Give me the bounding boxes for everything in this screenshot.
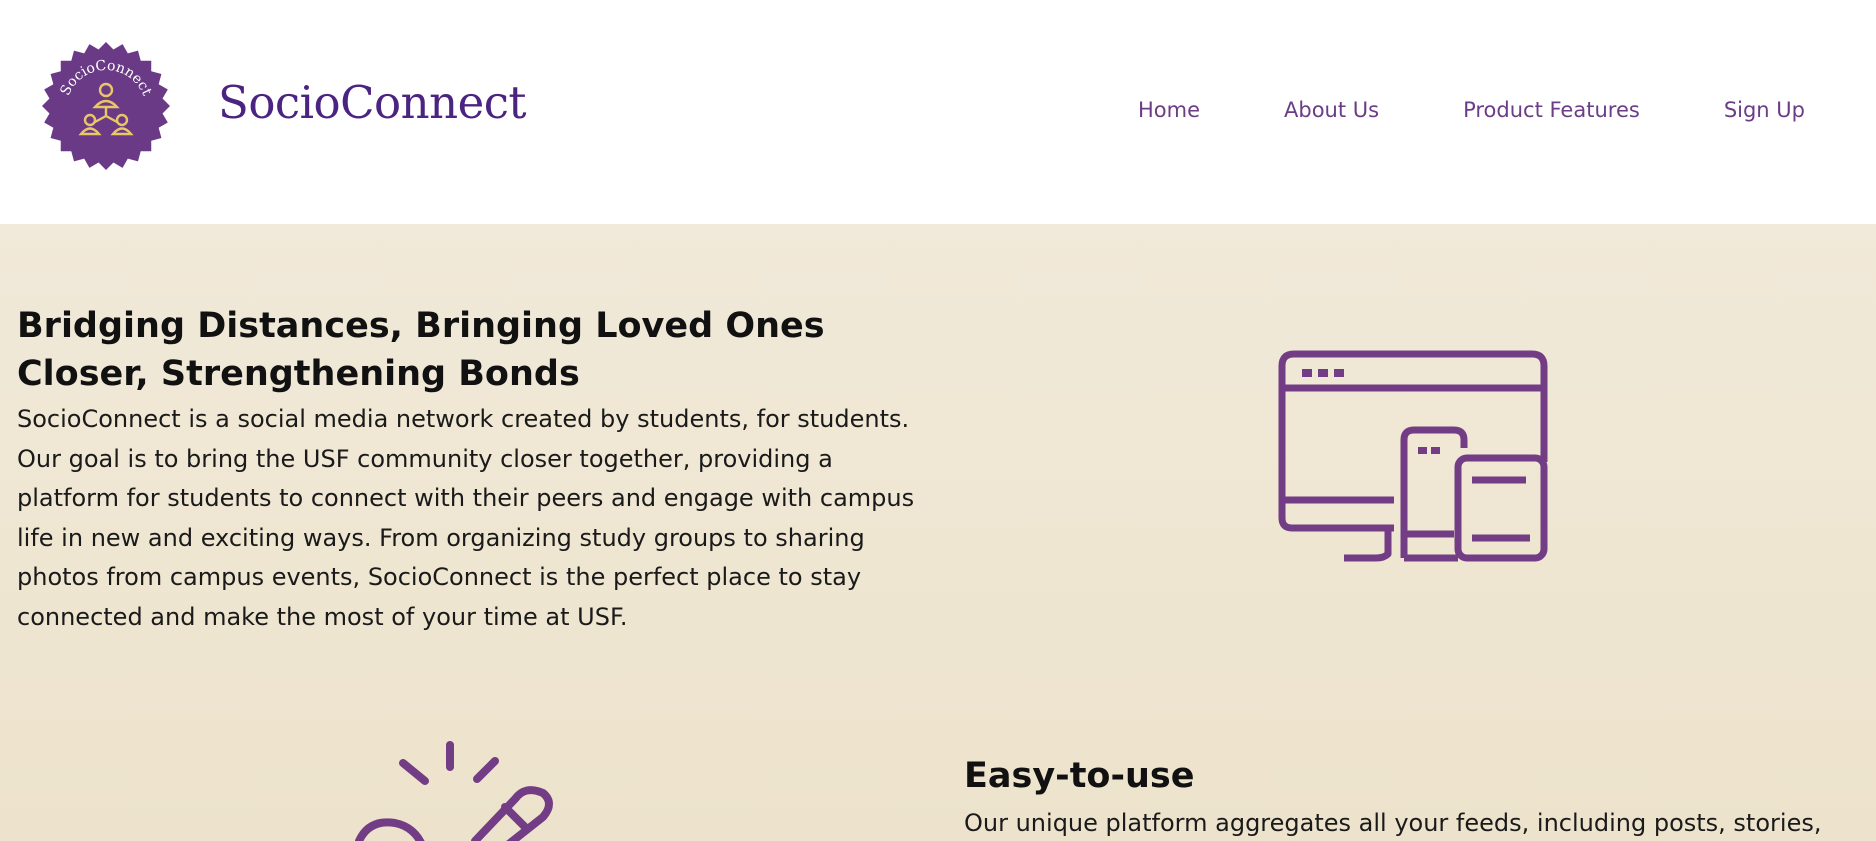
brand-name[interactable]: SocioConnect <box>218 80 527 125</box>
nav-link-home[interactable]: Home <box>1138 98 1200 122</box>
logo-badge[interactable]: SocioConnect <box>40 40 172 172</box>
nav-link-product-features[interactable]: Product Features <box>1463 98 1640 122</box>
feature-section: Easy-to-use Our unique platform aggregat… <box>964 752 1844 841</box>
nav-link-sign-up[interactable]: Sign Up <box>1724 98 1805 122</box>
hero-title: Bridging Distances, Bringing Loved Ones … <box>17 306 825 394</box>
feature-description: Our unique platform aggregates all your … <box>964 809 1822 837</box>
nav-link-about-us[interactable]: About Us <box>1284 98 1379 122</box>
site-header: SocioConnect SocioConnect Home About Us … <box>0 0 1876 224</box>
main-content: Bridging Distances, Bringing Loved Ones … <box>0 224 1876 841</box>
hero-section: Bridging Distances, Bringing Loved Ones … <box>17 302 927 637</box>
feature-title: Easy-to-use <box>964 756 1195 796</box>
main-nav: Home About Us Product Features Sign Up <box>1138 98 1805 122</box>
devices-icon <box>1278 350 1548 562</box>
hero-description: SocioConnect is a social media network c… <box>17 405 915 631</box>
tap-icon <box>355 741 553 841</box>
